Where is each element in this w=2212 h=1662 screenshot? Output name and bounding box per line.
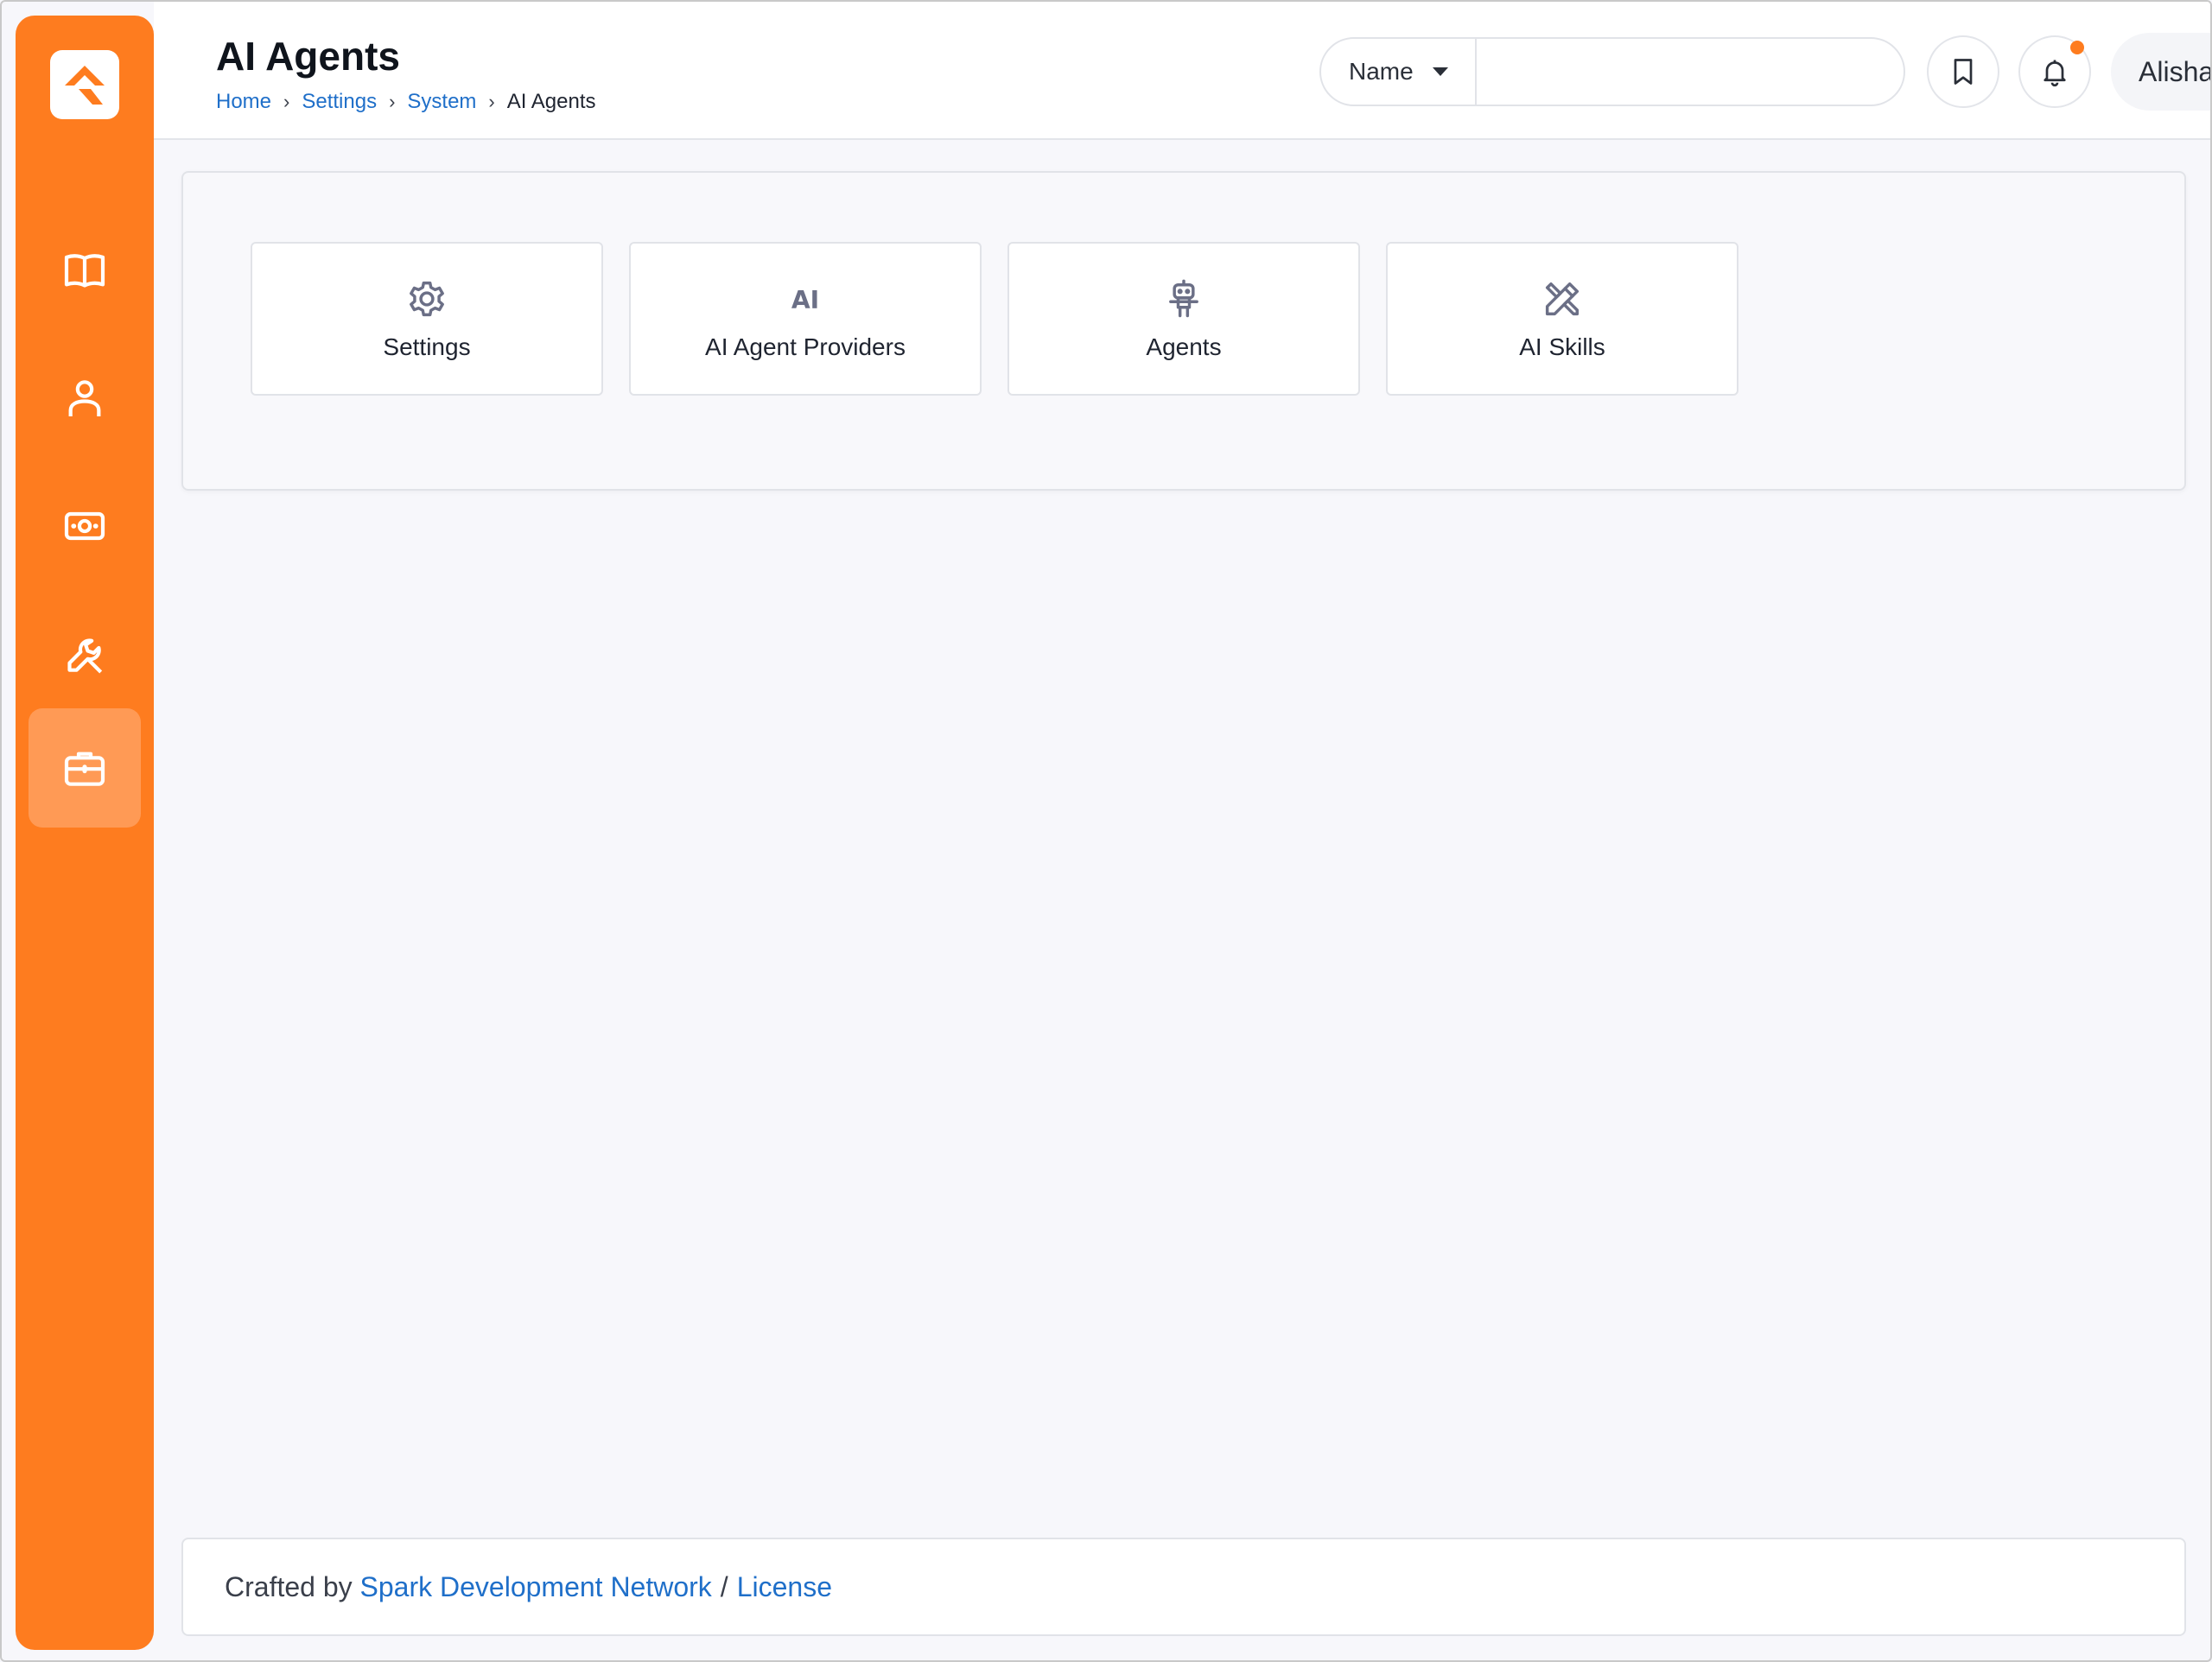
top-header: AI Agents Home › Settings › System › AI …	[154, 2, 2210, 140]
breadcrumb-home[interactable]: Home	[216, 90, 271, 114]
app-window: AI Agents Home › Settings › System › AI …	[0, 0, 2212, 1662]
card-label: AI Agent Providers	[705, 333, 906, 360]
book-icon	[64, 254, 105, 288]
user-icon	[68, 380, 101, 416]
search-field-select[interactable]: Name	[1321, 39, 1477, 105]
gear-icon	[410, 281, 444, 317]
card-label: Settings	[383, 333, 471, 360]
sidebar-item-people[interactable]	[29, 339, 141, 458]
search-field-label: Name	[1349, 58, 1414, 85]
sidebar-item-tools[interactable]	[29, 594, 141, 714]
breadcrumb-settings[interactable]: Settings	[302, 90, 377, 114]
sidebar-item-admin[interactable]	[29, 708, 141, 828]
search-bar: Name	[1319, 37, 1905, 106]
tools-icon	[1545, 282, 1580, 316]
caret-down-icon	[1432, 67, 1448, 76]
breadcrumb-current: AI Agents	[506, 90, 596, 113]
breadcrumb-system[interactable]: System	[407, 90, 476, 114]
footer-separator: /	[720, 1570, 728, 1602]
bookmark-button[interactable]	[1927, 35, 1999, 108]
sidebar	[16, 16, 154, 1650]
sidebar-item-library[interactable]	[29, 211, 141, 330]
bookmark-icon	[1954, 59, 1973, 85]
footer-license-link[interactable]: License	[737, 1571, 832, 1603]
notification-badge	[2070, 41, 2084, 54]
briefcase-icon	[64, 752, 105, 786]
wrench-icon	[67, 638, 103, 674]
card-settings[interactable]: Settings	[251, 242, 603, 396]
chevron-right-icon: ›	[283, 91, 290, 112]
ai-agents-panel: Settings AI AI Agent Providers Agents AI…	[181, 171, 2186, 491]
page-title: AI Agents	[216, 34, 400, 79]
footer-prefix: Crafted by	[225, 1570, 353, 1602]
card-ai-agent-providers[interactable]: AI AI Agent Providers	[629, 242, 982, 396]
chevron-right-icon: ›	[488, 91, 495, 112]
card-label: AI Skills	[1519, 333, 1605, 360]
breadcrumb: Home › Settings › System › AI Agents	[216, 90, 596, 114]
user-name: Alisha	[2139, 55, 2212, 87]
search-input[interactable]	[1477, 39, 1904, 105]
card-agents[interactable]: Agents	[1007, 242, 1360, 396]
notifications-button[interactable]	[2018, 35, 2091, 108]
money-icon	[64, 511, 105, 541]
footer: Crafted by Spark Development Network / L…	[181, 1538, 2186, 1636]
logo[interactable]	[50, 50, 119, 119]
chevron-right-icon: ›	[389, 91, 396, 112]
card-label: Agents	[1146, 333, 1222, 360]
ai-icon: AI	[791, 286, 819, 314]
footer-author-link[interactable]: Spark Development Network	[360, 1571, 712, 1603]
robot-icon	[1169, 279, 1198, 318]
logo-icon	[65, 66, 105, 105]
bell-icon	[2044, 60, 2066, 87]
user-menu[interactable]: Alisha	[2111, 33, 2212, 111]
svg-text:AI: AI	[791, 286, 819, 314]
card-ai-skills[interactable]: AI Skills	[1386, 242, 1738, 396]
sidebar-item-finance[interactable]	[29, 466, 141, 586]
